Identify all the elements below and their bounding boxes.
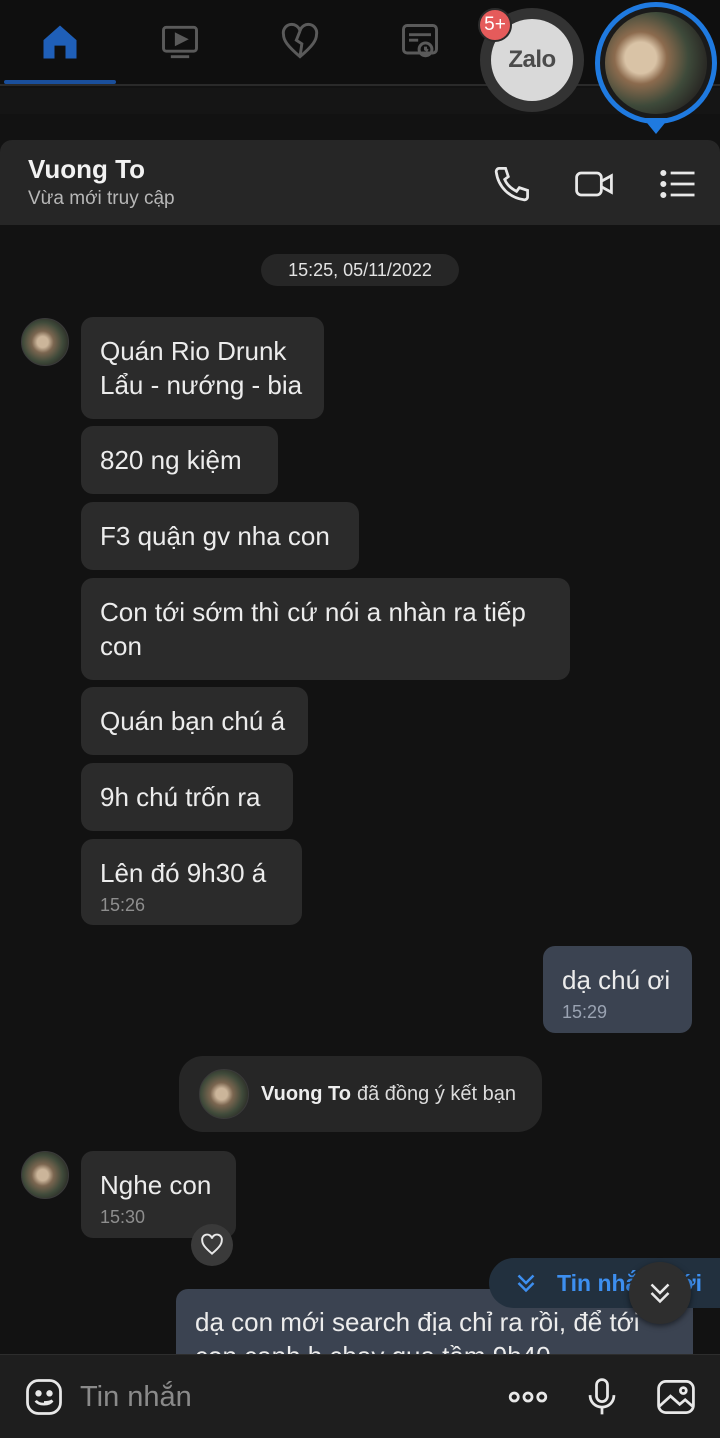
message-text: F3 quận gv nha con [100, 521, 330, 551]
image-picker-button[interactable] [652, 1373, 700, 1421]
message-text: 9h chú trốn ra [100, 782, 261, 812]
message-text: Quán Rio Drunk [100, 336, 287, 366]
more-dots-icon [508, 1391, 548, 1403]
avatar-photo [605, 12, 707, 114]
message-text: dạ chú ơi [562, 965, 671, 995]
message-text: con [100, 631, 142, 661]
chat-header: Vuong To Vừa mới truy cập [0, 140, 720, 225]
message-bubble[interactable]: Quán Rio Drunk Lẩu - nướng - bia [81, 317, 324, 419]
image-icon [657, 1380, 695, 1414]
list-icon [660, 169, 695, 199]
message-bubble[interactable]: 9h chú trốn ra [81, 763, 293, 831]
video-call-button[interactable] [570, 160, 618, 208]
message-bubble[interactable]: Lên đó 9h30 á 15:26 [81, 839, 302, 925]
contact-avatar[interactable] [21, 1151, 69, 1199]
menu-button[interactable] [654, 160, 702, 208]
system-text: đã đồng ý kết bạn [356, 1082, 516, 1105]
message-time: 15:26 [100, 895, 146, 915]
voice-call-button[interactable] [488, 160, 536, 208]
more-options-button[interactable] [504, 1373, 552, 1421]
voice-message-button[interactable] [578, 1373, 626, 1421]
message-bubble[interactable]: Con tới sớm thì cứ nói a nhàn ra tiếp co… [81, 578, 570, 680]
contact-avatar[interactable] [21, 318, 69, 366]
system-contact-name: Vuong To [261, 1082, 351, 1105]
heart-icon[interactable] [276, 18, 324, 66]
friend-accepted-notice: Vuong To đã đồng ý kết bạn [179, 1056, 542, 1132]
contact-name[interactable]: Vuong To [28, 154, 145, 185]
message-time: 15:29 [562, 1002, 608, 1022]
video-camera-icon [575, 171, 613, 197]
microphone-icon [588, 1378, 616, 1415]
message-time: 15:30 [100, 1207, 146, 1227]
message-bubble[interactable]: F3 quận gv nha con [81, 502, 359, 570]
heart-outline-icon [201, 1233, 223, 1255]
date-separator: 15:25, 05/11/2022 [261, 254, 459, 286]
message-text: 820 ng kiệm [100, 445, 242, 475]
message-bubble[interactable]: Quán bạn chú á [81, 687, 308, 755]
react-button[interactable] [191, 1224, 233, 1266]
emoji-icon [26, 1379, 62, 1415]
message-input-bar [0, 1354, 720, 1438]
video-icon[interactable] [156, 18, 204, 66]
message-input[interactable] [80, 1377, 480, 1417]
active-tab-indicator [4, 80, 116, 84]
message-text: Quán bạn chú á [100, 706, 286, 736]
scroll-to-bottom-button[interactable] [629, 1262, 691, 1324]
message-text: Lên đó 9h30 á [100, 858, 267, 888]
sticker-button[interactable] [20, 1373, 68, 1421]
chat-window: Vuong To Vừa mới truy cập 15:25, 05/11/2… [0, 140, 720, 1438]
chat-head-avatar[interactable] [595, 2, 717, 124]
contact-status: Vừa mới truy cập [28, 188, 175, 209]
message-bubble[interactable]: 820 ng kiệm [81, 426, 278, 494]
double-chevron-down-icon [517, 1274, 535, 1293]
phone-icon [494, 167, 529, 202]
message-bubble-mine[interactable]: dạ chú ơi 15:29 [543, 946, 692, 1033]
message-text: dạ con mới search địa chỉ ra rồi, để tới [195, 1307, 640, 1337]
zalo-logo-text: Zalo [508, 46, 556, 73]
double-chevron-down-icon [650, 1283, 670, 1304]
message-text: Con tới sớm thì cứ nói a nhàn ra tiếp [100, 597, 526, 627]
home-icon[interactable] [36, 18, 84, 66]
unread-badge: 5+ [478, 8, 512, 42]
message-text: Nghe con [100, 1170, 212, 1200]
message-text: Lẩu - nướng - bia [100, 370, 303, 400]
news-icon[interactable] [396, 18, 444, 66]
system-avatar [199, 1069, 249, 1119]
chat-head-pointer [643, 118, 669, 134]
